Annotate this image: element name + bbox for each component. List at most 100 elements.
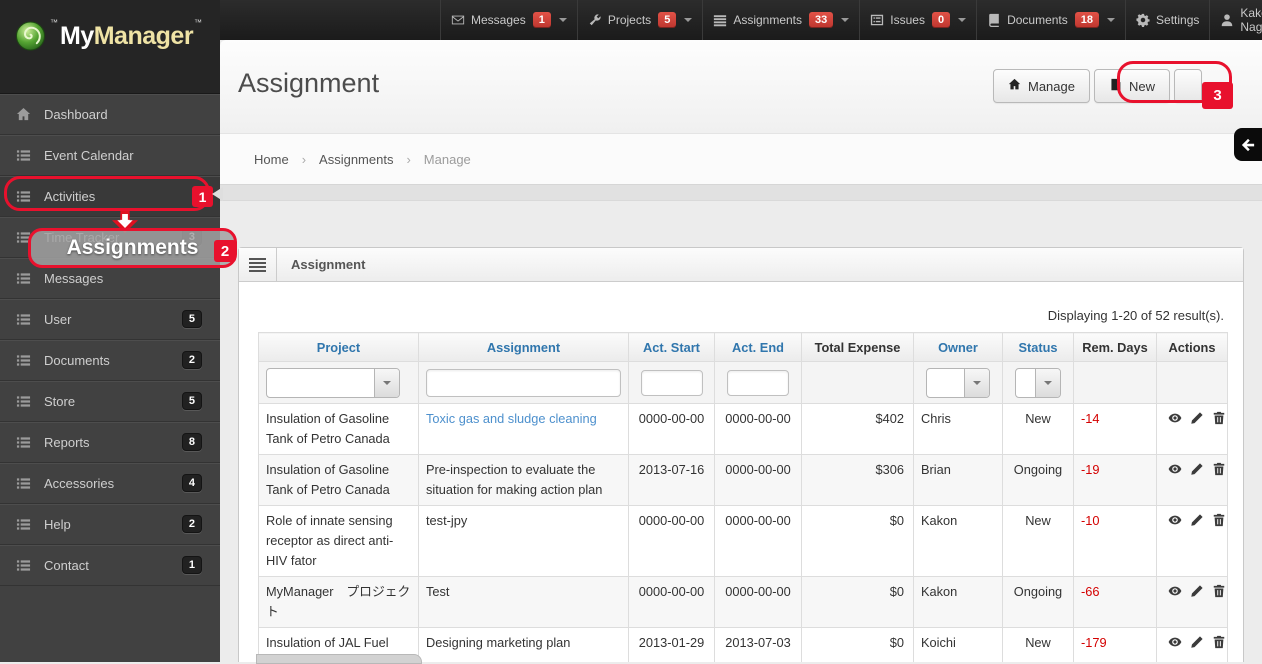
divider-band <box>220 185 1262 201</box>
list-icon <box>16 312 31 327</box>
sidebar-item-label: Messages <box>44 270 104 286</box>
eye-icon[interactable] <box>1168 411 1182 425</box>
column-header-act-start[interactable]: Act. Start <box>628 332 715 362</box>
page-title: Assignment <box>238 68 380 98</box>
table-row: Insulation of Gasoline Tank of Petro Can… <box>258 403 1228 455</box>
app-logo[interactable]: ™ MyManager ™ <box>13 18 204 54</box>
column-header-owner[interactable]: Owner <box>913 332 1003 362</box>
column-header-actions: Actions <box>1156 332 1228 362</box>
pencil-icon[interactable] <box>1190 411 1204 425</box>
pencil-icon[interactable] <box>1190 584 1204 598</box>
top-nav-item-settings[interactable]: Settings <box>1126 0 1211 40</box>
pencil-icon[interactable] <box>1190 635 1204 649</box>
assignment-link[interactable]: Toxic gas and sludge cleaning <box>426 411 597 426</box>
book-icon <box>987 13 1001 27</box>
list-alt-icon <box>870 13 884 27</box>
pencil-icon[interactable] <box>1190 513 1204 527</box>
filter-input[interactable] <box>426 368 621 397</box>
filter-cell <box>1002 361 1074 404</box>
page-header: Assignment Manage New <box>220 40 1262 133</box>
cell-act-end: 0000-00-00 <box>714 505 802 577</box>
list-icon <box>16 517 31 532</box>
sidebar-item-label: Store <box>44 393 76 409</box>
panel-menu-button[interactable] <box>239 248 277 281</box>
cell-total-expense: $0 <box>801 505 914 577</box>
eye-icon[interactable] <box>1168 513 1182 527</box>
top-nav-item-kakon-nag[interactable]: Kakon Nag <box>1210 0 1262 40</box>
list-icon <box>16 558 31 573</box>
breadcrumb-home[interactable]: Home <box>254 152 289 167</box>
top-nav-item-messages[interactable]: Messages 1 <box>440 0 578 40</box>
list-icon <box>16 148 31 163</box>
table-filter-row <box>258 361 1228 404</box>
chevron-down-icon[interactable] <box>558 18 567 26</box>
table-header-row: Project Assignment Act. Start Act. End Total… <box>258 332 1228 362</box>
top-nav-item-documents[interactable]: Documents 18 <box>977 0 1127 40</box>
column-header-act-end[interactable]: Act. End <box>714 332 802 362</box>
filter-input[interactable] <box>640 369 703 396</box>
cell-actions <box>1156 454 1228 506</box>
chevron-down-icon[interactable] <box>841 18 850 26</box>
sidebar-item-label: Documents <box>44 352 110 368</box>
results-summary: Displaying 1-20 of 52 result(s). <box>1047 308 1224 323</box>
dropdown-arrow-icon[interactable] <box>374 368 399 397</box>
sidebar-item-badge: 2 <box>181 515 202 533</box>
breadcrumb-manage: Manage <box>423 151 471 167</box>
filter-select[interactable] <box>266 367 400 398</box>
breadcrumb-separator-icon: › <box>301 151 307 167</box>
cell-act-start: 0000-00-00 <box>628 576 715 628</box>
trash-icon[interactable] <box>1212 513 1226 527</box>
sidebar-item-badge: 5 <box>181 392 202 410</box>
filter-select[interactable] <box>926 367 990 398</box>
top-nav-item-issues[interactable]: Issues 0 <box>860 0 978 40</box>
cell-rem-days: -10 <box>1073 505 1157 577</box>
filter-cell <box>1073 361 1157 404</box>
column-header-status[interactable]: Status <box>1002 332 1074 362</box>
filter-select[interactable] <box>1015 367 1061 398</box>
trash-icon[interactable] <box>1212 635 1226 649</box>
sidebar-item-badge: 5 <box>181 310 202 328</box>
sidebar-item-help[interactable]: Help 2 <box>0 504 220 545</box>
chevron-down-icon[interactable] <box>1107 18 1116 26</box>
eye-icon[interactable] <box>1168 584 1182 598</box>
cell-total-expense: $402 <box>801 403 914 455</box>
chevron-down-icon[interactable] <box>684 18 693 26</box>
sidebar-item-reports[interactable]: Reports 8 <box>0 422 220 463</box>
sidebar-item-documents[interactable]: Documents 2 <box>0 340 220 381</box>
sidebar-item-contact[interactable]: Contact 1 <box>0 545 220 586</box>
breadcrumb-assignments[interactable]: Assignments <box>319 152 393 167</box>
sidebar: ™ MyManager ™ Dashboard Event Calendar A… <box>0 0 220 662</box>
chevron-down-icon[interactable] <box>958 18 967 26</box>
wrench-icon <box>588 13 602 27</box>
collapse-panel-tab[interactable] <box>1234 128 1262 161</box>
manage-button[interactable]: Manage <box>993 69 1090 103</box>
sidebar-item-store[interactable]: Store 5 <box>0 381 220 422</box>
sidebar-item-event-calendar[interactable]: Event Calendar <box>0 135 220 176</box>
nav-item-label: Kakon Nag <box>1240 6 1262 34</box>
top-nav-item-assignments[interactable]: Assignments 33 <box>703 0 861 40</box>
eye-icon[interactable] <box>1168 635 1182 649</box>
logo-text: MyManager <box>60 22 194 50</box>
top-nav-item-projects[interactable]: Projects 5 <box>578 0 704 40</box>
trash-icon[interactable] <box>1212 462 1226 476</box>
sidebar-item-label: User <box>44 311 72 327</box>
pencil-icon[interactable] <box>1190 462 1204 476</box>
trash-icon[interactable] <box>1212 411 1226 425</box>
eye-icon[interactable] <box>1168 462 1182 476</box>
column-header-project[interactable]: Project <box>258 332 419 362</box>
nav-item-label: Documents <box>1007 13 1068 27</box>
sidebar-item-dashboard[interactable]: Dashboard <box>0 94 220 135</box>
cell-act-end: 2013-07-03 <box>714 627 802 662</box>
cell-act-end: 0000-00-00 <box>714 576 802 628</box>
annotation-circle-activities <box>4 176 210 211</box>
dropdown-arrow-icon[interactable] <box>964 368 989 397</box>
sidebar-item-user[interactable]: User 5 <box>0 299 220 340</box>
cell-assignment: Test <box>418 576 629 628</box>
dropdown-arrow-icon[interactable] <box>1035 368 1060 397</box>
filter-input[interactable] <box>727 369 789 396</box>
trash-icon[interactable] <box>1212 584 1226 598</box>
column-header-assignment[interactable]: Assignment <box>418 332 629 362</box>
sidebar-item-accessories[interactable]: Accessories 4 <box>0 463 220 504</box>
annotation-step-2: 2 <box>214 240 236 262</box>
nav-item-badge: 5 <box>658 12 677 28</box>
